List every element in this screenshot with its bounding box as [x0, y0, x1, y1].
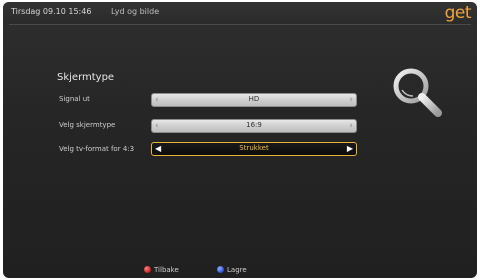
tv-format-label: Velg tv-format for 4:3 [59, 145, 135, 153]
section-title: Skjermtype [57, 72, 115, 83]
datetime: Tirsdag 09.10 15:46 [11, 7, 92, 16]
chevron-right-icon[interactable]: › [349, 94, 353, 106]
signal-out-label: Signal ut [59, 95, 90, 103]
tv-format-value: Strukket [239, 144, 269, 152]
signal-out-value: HD [248, 95, 260, 103]
back-button[interactable]: Tilbake [144, 266, 179, 274]
brand-logo: get [444, 3, 472, 23]
screen-type-value: 16:9 [246, 121, 262, 129]
search-icon [393, 68, 442, 117]
tv-screen: Tirsdag 09.10 15:46 Lyd og bilde get Skj… [3, 2, 477, 278]
red-button-icon [144, 266, 151, 273]
chevron-right-icon[interactable]: › [349, 120, 353, 132]
screen-type-label: Velg skjermtype [59, 121, 116, 129]
footer-bar: Tilbake Lagre [3, 264, 477, 276]
chevron-right-icon[interactable]: ▶ [347, 143, 353, 155]
save-button[interactable]: Lagre [217, 266, 247, 274]
breadcrumb: Lyd og bilde [111, 7, 160, 16]
top-bar: Tirsdag 09.10 15:46 Lyd og bilde get [3, 2, 477, 24]
blue-button-icon [217, 266, 224, 273]
header-divider [9, 24, 471, 25]
screen-type-selector[interactable]: ‹ 16:9 › [151, 119, 357, 133]
save-label: Lagre [227, 266, 247, 274]
tv-format-selector[interactable]: ◀ Strukket ▶ [151, 142, 357, 156]
signal-out-selector[interactable]: ‹ HD › [151, 93, 357, 107]
back-label: Tilbake [154, 266, 179, 274]
